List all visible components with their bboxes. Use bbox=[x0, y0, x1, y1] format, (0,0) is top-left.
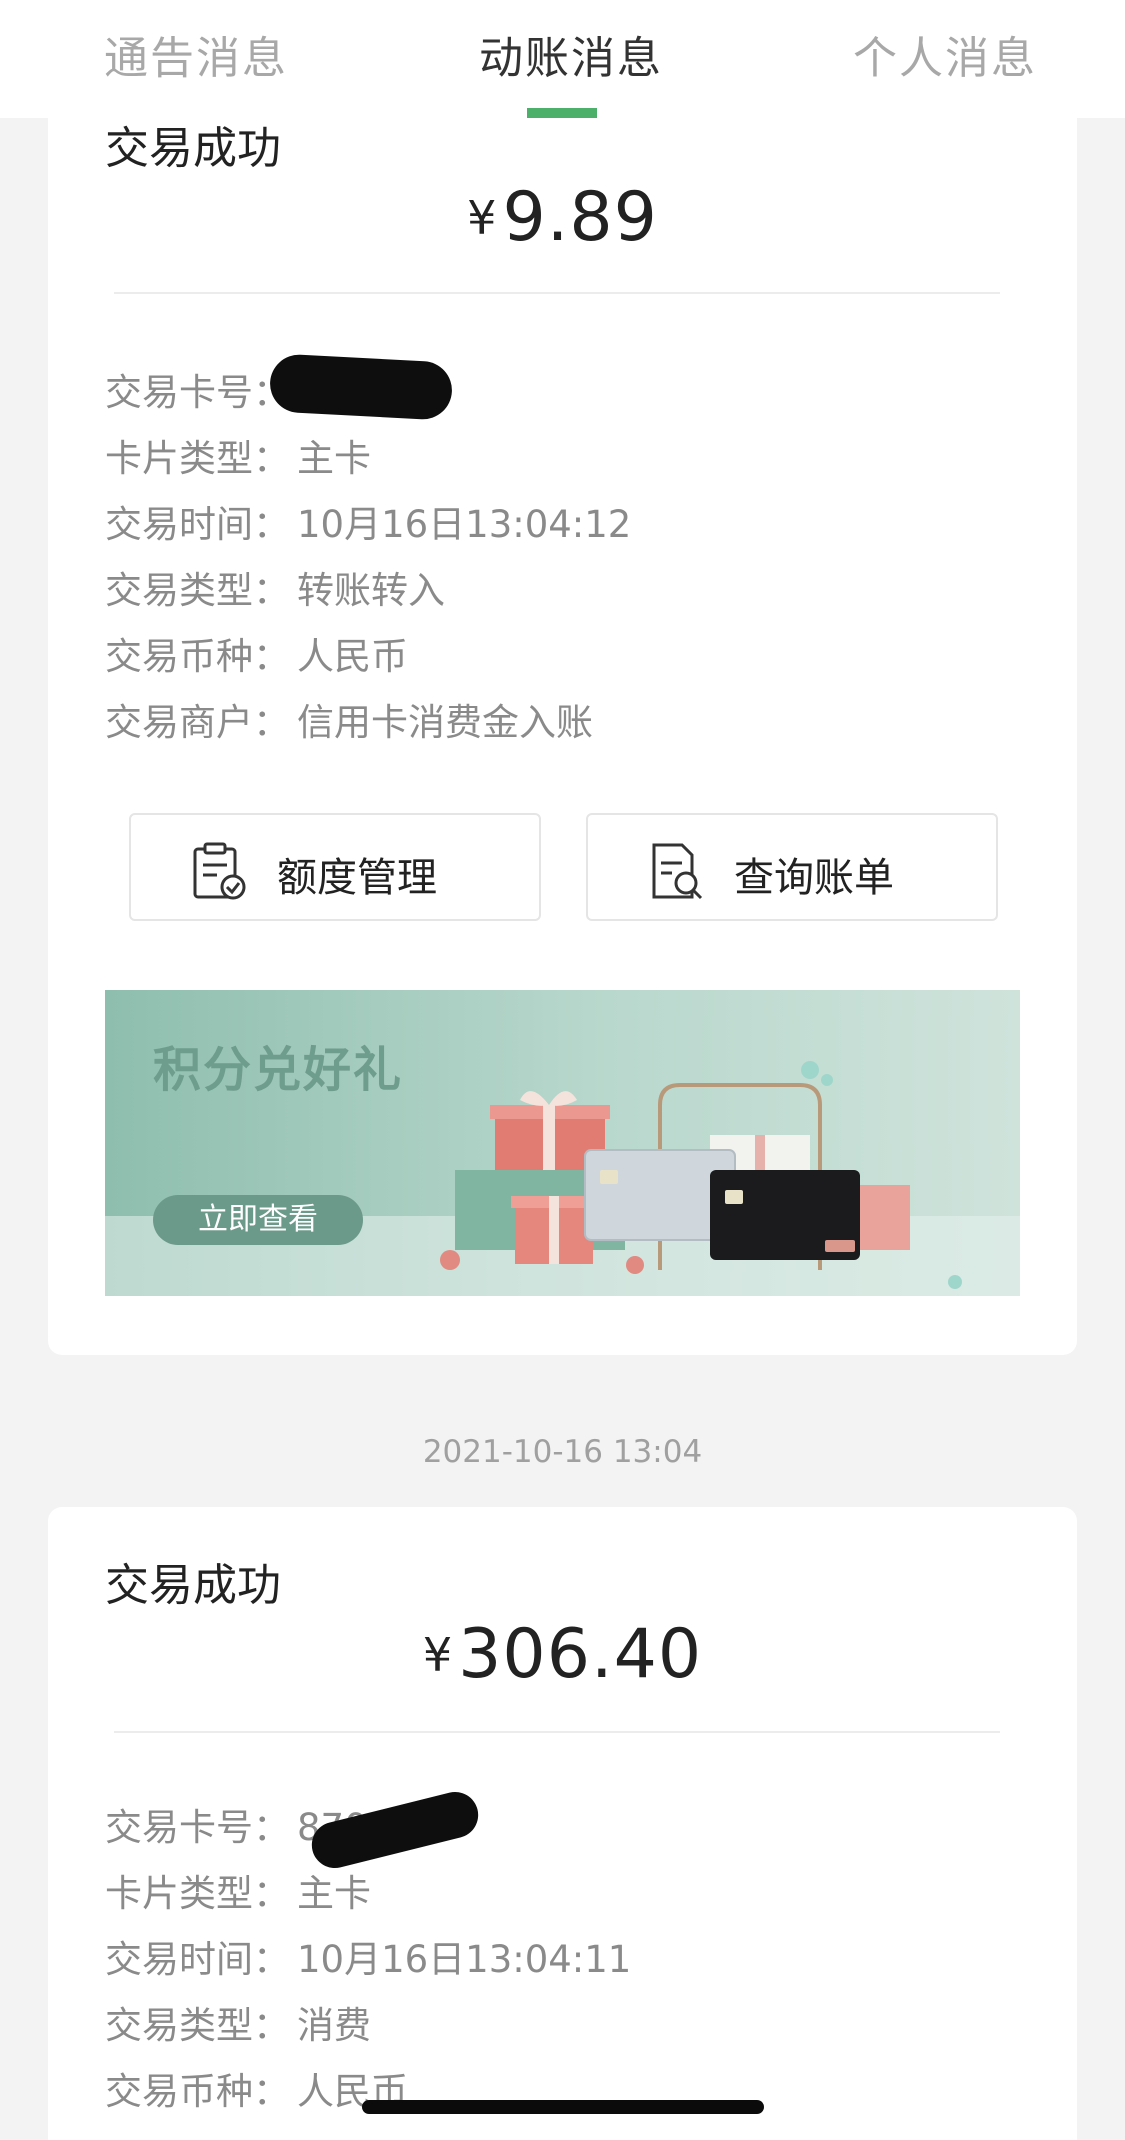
detail-label: 交易币种： bbox=[105, 2070, 290, 2113]
detail-value: 10月16日13:04:11 bbox=[297, 1938, 632, 1981]
credit-limit-label: 额度管理 bbox=[277, 855, 437, 901]
message-tab-bar: 通告消息 动账消息 个人消息 bbox=[0, 0, 1125, 118]
transaction-card: 交易成功 ¥9.89 交易卡号： 卡片类型： 主卡 交易时间： 10月16日13:0… bbox=[48, 90, 1077, 1355]
divider bbox=[114, 292, 1000, 294]
detail-value: 转账转入 bbox=[297, 569, 445, 612]
view-statement-label: 查询账单 bbox=[734, 855, 894, 901]
points-promo-banner[interactable]: 积分兑好礼 立即查看 bbox=[105, 990, 1020, 1296]
clipboard-check-icon bbox=[193, 842, 246, 900]
detail-row-currency: 交易币种： 人民币 bbox=[105, 626, 408, 680]
detail-value: 主卡 bbox=[297, 437, 371, 480]
amount-value: 9.89 bbox=[502, 178, 658, 257]
currency-symbol: ¥ bbox=[467, 191, 497, 245]
redaction-mark bbox=[268, 353, 454, 421]
amount-value: 306.40 bbox=[458, 1615, 703, 1694]
currency-symbol: ¥ bbox=[422, 1628, 453, 1682]
transaction-status: 交易成功 bbox=[105, 1560, 281, 1611]
detail-row-type: 交易类型： 转账转入 bbox=[105, 560, 445, 614]
transaction-amount: ¥9.89 bbox=[48, 178, 1077, 257]
transaction-amount: ¥306.40 bbox=[48, 1615, 1077, 1694]
active-tab-indicator bbox=[527, 108, 597, 118]
credit-limit-button[interactable]: 额度管理 bbox=[129, 813, 541, 921]
detail-label: 交易卡号： bbox=[105, 1806, 290, 1849]
detail-label: 交易商户： bbox=[105, 701, 290, 744]
detail-value: 主卡 bbox=[297, 1872, 371, 1915]
tab-personal-messages[interactable]: 个人消息 bbox=[853, 22, 1037, 86]
detail-row-card-type: 卡片类型： 主卡 bbox=[105, 1863, 371, 1917]
detail-label: 交易时间： bbox=[105, 503, 290, 546]
message-timestamp: 2021-10-16 13:04 bbox=[422, 1434, 703, 1470]
transaction-status: 交易成功 bbox=[105, 123, 281, 174]
detail-row-card-type: 卡片类型： 主卡 bbox=[105, 428, 371, 482]
banner-view-button[interactable]: 立即查看 bbox=[153, 1195, 363, 1245]
transaction-card: 交易成功 ¥306.40 交易卡号：8700 卡片类型：主卡 交易时间：10月1… bbox=[48, 1507, 1077, 2140]
detail-label: 卡片类型： bbox=[105, 1872, 290, 1915]
detail-label: 交易类型： bbox=[105, 2004, 290, 2047]
gift-boxes-illustration bbox=[440, 1061, 962, 1289]
home-indicator bbox=[362, 2100, 764, 2114]
detail-row-type: 交易类型： 消费 bbox=[105, 1995, 371, 2049]
tab-account-activity[interactable]: 动账消息 bbox=[479, 22, 663, 86]
detail-row-time: 交易时间： 10月16日13:04:12 bbox=[105, 494, 631, 548]
detail-value: 信用卡消费金入账 bbox=[297, 701, 593, 744]
detail-label: 交易币种： bbox=[105, 635, 290, 678]
detail-row-time: 交易时间： 10月16日13:04:11 bbox=[105, 1929, 631, 1983]
detail-value: 消费 bbox=[297, 2004, 371, 2047]
detail-label: 交易卡号： bbox=[105, 371, 290, 414]
document-search-icon bbox=[652, 843, 703, 900]
detail-label: 交易类型： bbox=[105, 569, 290, 612]
detail-label: 交易时间： bbox=[105, 1938, 290, 1981]
detail-row-merchant: 交易商户： 信用卡消费金入账 bbox=[105, 692, 593, 746]
detail-label: 卡片类型： bbox=[105, 437, 290, 480]
detail-value: 10月16日13:04:12 bbox=[297, 503, 632, 546]
view-statement-button[interactable]: 查询账单 bbox=[586, 813, 998, 921]
detail-value: 人民币 bbox=[297, 635, 408, 678]
divider bbox=[114, 1731, 1000, 1733]
tab-announcements[interactable]: 通告消息 bbox=[104, 22, 288, 86]
banner-title: 积分兑好礼 bbox=[153, 1042, 404, 1098]
detail-row-card-number: 交易卡号： bbox=[105, 362, 297, 416]
